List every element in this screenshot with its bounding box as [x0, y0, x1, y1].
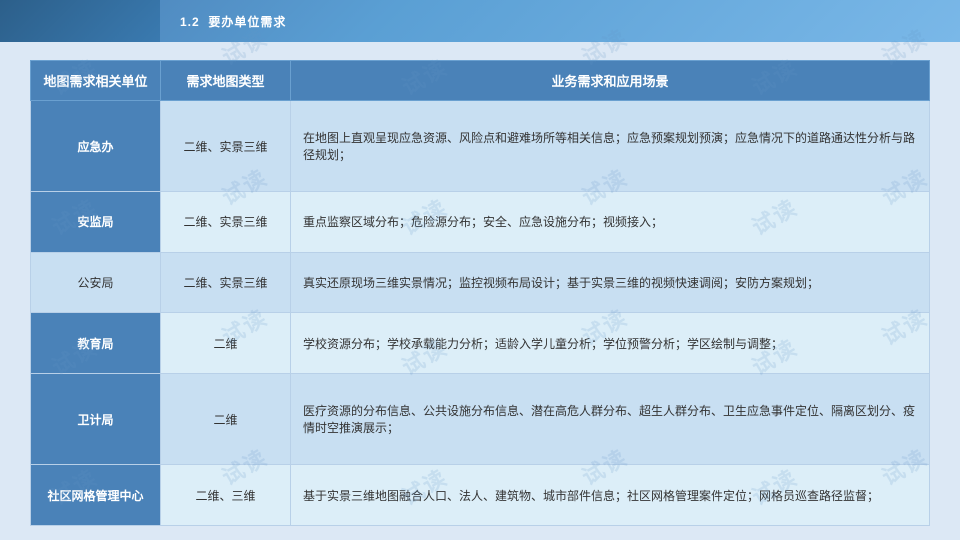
cell-business: 真实还原现场三维实景情况；监控视频布局设计；基于实景三维的视频快速调阅；安防方案… [291, 252, 930, 313]
cell-unit: 社区网格管理中心 [31, 465, 161, 526]
cell-business: 基于实景三维地图融合人口、法人、建筑物、城市部件信息；社区网格管理案件定位；网格… [291, 465, 930, 526]
section-title: 1.2 要办单位需求 [180, 13, 286, 30]
cell-unit: 公安局 [31, 252, 161, 313]
cell-type: 二维 [161, 374, 291, 465]
col-header-business: 业务需求和应用场景 [291, 61, 930, 101]
cell-type: 二维 [161, 313, 291, 374]
table-row: 应急办二维、实景三维在地图上直观呈现应急资源、风险点和避难场所等相关信息；应急预… [31, 101, 930, 192]
cell-unit: 应急办 [31, 101, 161, 192]
cell-unit: 教育局 [31, 313, 161, 374]
table-row: 卫计局二维医疗资源的分布信息、公共设施分布信息、潜在高危人群分布、超生人群分布、… [31, 374, 930, 465]
page-container: 1.2 要办单位需求 地图需求相关单位 需求地图类型 业务需求和应用场景 应急办… [0, 0, 960, 540]
cell-business: 学校资源分布；学校承载能力分析；适龄入学儿童分析；学位预警分析；学区绘制与调整； [291, 313, 930, 374]
col-header-type: 需求地图类型 [161, 61, 291, 101]
table-row: 公安局二维、实景三维真实还原现场三维实景情况；监控视频布局设计；基于实景三维的视… [31, 252, 930, 313]
table-row: 安监局二维、实景三维重点监察区域分布；危险源分布；安全、应急设施分布；视频接入； [31, 192, 930, 253]
cell-business: 在地图上直观呈现应急资源、风险点和避难场所等相关信息；应急预案规划预演；应急情况… [291, 101, 930, 192]
top-header: 1.2 要办单位需求 [0, 0, 960, 42]
table-row: 社区网格管理中心二维、三维基于实景三维地图融合人口、法人、建筑物、城市部件信息；… [31, 465, 930, 526]
table-row: 教育局二维学校资源分布；学校承载能力分析；适龄入学儿童分析；学位预警分析；学区绘… [31, 313, 930, 374]
cell-business: 重点监察区域分布；危险源分布；安全、应急设施分布；视频接入； [291, 192, 930, 253]
cell-type: 二维、实景三维 [161, 252, 291, 313]
col-header-unit: 地图需求相关单位 [31, 61, 161, 101]
cell-business: 医疗资源的分布信息、公共设施分布信息、潜在高危人群分布、超生人群分布、卫生应急事… [291, 374, 930, 465]
cell-unit: 安监局 [31, 192, 161, 253]
cell-type: 二维、三维 [161, 465, 291, 526]
diagonal-accent [0, 0, 160, 42]
cell-unit: 卫计局 [31, 374, 161, 465]
table-header-row: 地图需求相关单位 需求地图类型 业务需求和应用场景 [31, 61, 930, 101]
main-content: 地图需求相关单位 需求地图类型 业务需求和应用场景 应急办二维、实景三维在地图上… [0, 42, 960, 540]
cell-type: 二维、实景三维 [161, 101, 291, 192]
cell-type: 二维、实景三维 [161, 192, 291, 253]
requirements-table: 地图需求相关单位 需求地图类型 业务需求和应用场景 应急办二维、实景三维在地图上… [30, 60, 930, 526]
